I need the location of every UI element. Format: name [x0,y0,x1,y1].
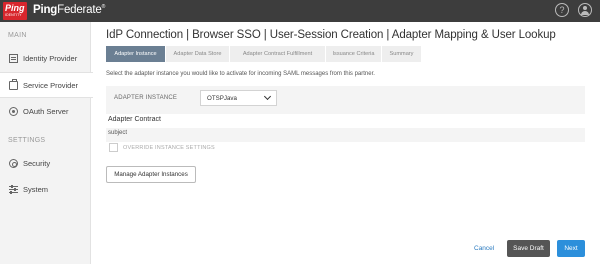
service-provider-icon [9,79,18,90]
identity-provider-icon [9,54,18,63]
ping-identity-logo: Ping IDENTITY [3,2,27,20]
adapter-contract-row: subject [108,130,128,136]
adapter-instance-value: OTSPJava [207,95,237,102]
cancel-link[interactable]: Cancel [474,245,494,252]
sidebar-item-service-provider[interactable]: Service Provider [0,72,93,98]
adapter-instance-label: ADAPTER INSTANCE [114,95,178,101]
sidebar-heading-main: MAIN [8,32,27,39]
oauth-icon [9,107,18,116]
user-icon[interactable] [578,3,592,17]
tab-adapter-data-store[interactable]: Adapter Data Store [166,46,230,62]
sidebar-item-oauth-server[interactable]: OAuth Server [0,99,91,125]
sidebar-item-security[interactable]: Security [0,151,91,177]
product-name: PingFederate® [33,4,106,16]
system-icon [9,185,18,194]
sidebar-heading-settings: SETTINGS [8,137,46,144]
security-icon [9,159,18,168]
sidebar-item-system[interactable]: System [0,177,91,203]
page-title: IdP Connection | Browser SSO | User-Sess… [106,29,556,41]
override-instance-settings: OVERRIDE INSTANCE SETTINGS [106,142,585,156]
tab-adapter-instance[interactable]: Adapter Instance [106,46,166,62]
help-icon[interactable]: ? [555,3,569,17]
top-bar: Ping IDENTITY PingFederate® ? [0,0,600,22]
wizard-tabs: Adapter Instance Adapter Data Store Adap… [106,46,422,62]
save-draft-button[interactable]: Save Draft [507,240,550,257]
sidebar-item-label: Service Provider [23,81,79,90]
sidebar-item-identity-provider[interactable]: Identity Provider [0,46,91,72]
sidebar-item-label: Identity Provider [23,54,78,63]
sidebar-item-label: OAuth Server [23,107,69,116]
adapter-panel: ADAPTER INSTANCE OTSPJava Adapter Contra… [106,86,585,156]
chevron-down-icon [263,92,272,101]
sidebar: MAIN Identity Provider Service Provider … [0,22,93,264]
override-label: OVERRIDE INSTANCE SETTINGS [123,145,215,151]
tab-summary[interactable]: Summary [382,46,422,62]
manage-adapter-instances-button[interactable]: Manage Adapter Instances [106,166,196,183]
sidebar-item-label: System [23,185,49,194]
tab-adapter-contract-fulfillment[interactable]: Adapter Contract Fulfillment [230,46,326,62]
override-checkbox[interactable] [109,143,118,152]
next-button[interactable]: Next [557,240,585,257]
tab-issuance-criteria[interactable]: Issuance Criteria [326,46,382,62]
sidebar-item-label: Security [23,159,51,168]
instructions-text: Select the adapter instance you would li… [106,71,375,77]
adapter-contract-heading: Adapter Contract [106,114,585,128]
adapter-instance-select[interactable]: OTSPJava [200,90,277,106]
